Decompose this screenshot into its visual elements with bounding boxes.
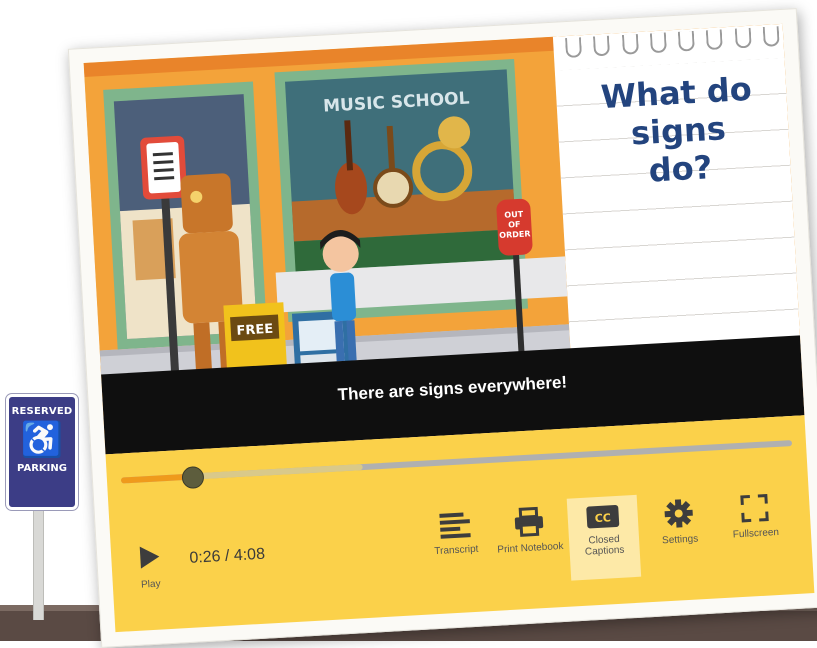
svg-text:CC: CC	[594, 511, 611, 525]
out-of-order-line-1: OUT	[504, 210, 524, 220]
video-frame[interactable]: MUSIC SCHOOL FREE OUT OF ORDER What do s…	[83, 23, 805, 455]
fullscreen-label: Fullscreen	[732, 526, 780, 541]
cc-icon: CC	[586, 504, 620, 529]
parking-sign-pole	[33, 500, 44, 620]
player-controls: Play 0:26 / 4:08 Transcript Print Notebo…	[105, 415, 815, 633]
printer-icon	[514, 506, 544, 537]
closed-captions-button[interactable]: CC Closed Captions	[566, 494, 642, 581]
play-icon	[139, 546, 160, 569]
parking-sign-bottom-text: PARKING	[17, 463, 67, 474]
transcript-button[interactable]: Transcript	[419, 509, 493, 589]
play-button[interactable]: Play	[129, 543, 172, 591]
transcript-label: Transcript	[434, 543, 479, 558]
scrubber-handle[interactable]	[180, 465, 205, 490]
wheelchair-icon: ♿	[20, 421, 64, 459]
out-of-order-line-2: OF	[508, 220, 521, 230]
video-card: MUSIC SCHOOL FREE OUT OF ORDER What do s…	[67, 8, 817, 648]
settings-label: Settings	[661, 533, 699, 547]
closed-captions-label: Closed Captions	[584, 533, 625, 558]
out-of-order-line-3: ORDER	[499, 229, 531, 240]
play-label: Play	[140, 578, 161, 591]
gear-icon	[664, 499, 693, 528]
notebook-title: What do signs do?	[575, 68, 781, 193]
print-notebook-button[interactable]: Print Notebook	[493, 505, 567, 585]
free-sign: FREE	[236, 322, 273, 339]
fullscreen-button[interactable]: Fullscreen	[719, 492, 793, 572]
reserved-parking-sign: RESERVED ♿ PARKING	[6, 394, 78, 510]
caption-text: There are signs everywhere!	[337, 372, 568, 405]
parking-sign-top-text: RESERVED	[11, 406, 73, 417]
time-display: 0:26 / 4:08	[188, 545, 266, 567]
print-notebook-label: Print Notebook	[497, 540, 564, 556]
settings-button[interactable]: Settings	[643, 497, 717, 577]
transcript-icon	[439, 512, 471, 539]
notebook-rings	[564, 26, 780, 60]
fullscreen-icon	[740, 493, 769, 523]
